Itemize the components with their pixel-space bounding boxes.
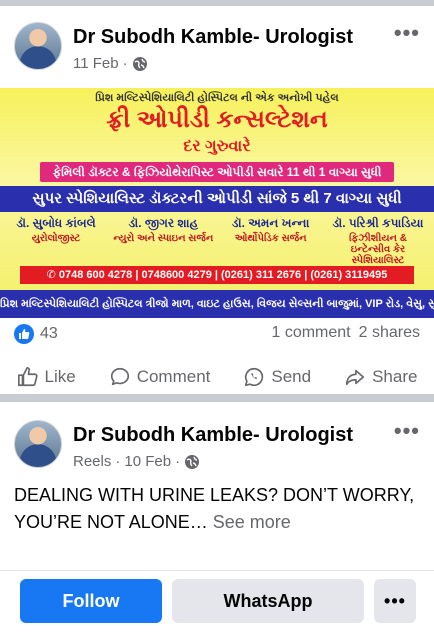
see-more-link[interactable]: See more (213, 512, 291, 532)
banner-headline: ફ્રી ઓપીડી કન્સલ્ટેશન (106, 106, 328, 133)
post-author[interactable]: Dr Subodh Kamble- Urologist (73, 424, 353, 447)
send-label: Send (271, 367, 312, 386)
like-reaction-icon (14, 324, 34, 344)
comment-count[interactable]: 1 comment (271, 324, 350, 341)
avatar[interactable] (14, 420, 62, 468)
doctor-entry: ડૉ. જીગર શાહ ન્યુરો અને સ્પાઇન સર્જન (113, 216, 213, 256)
doctor-name: ડૉ. અમન ખન્ના (231, 216, 310, 230)
post-meta: Reels · 10 Feb · (73, 453, 200, 470)
like-label: Like (44, 367, 76, 386)
banner-address: પ્રિશ મલ્ટિસ્પેશિયાલિટી હોસ્પિટલ ત્રીજો … (0, 290, 434, 318)
post-author[interactable]: Dr Subodh Kamble- Urologist (73, 26, 353, 49)
avatar[interactable] (14, 22, 62, 70)
share-arrow-icon (346, 369, 365, 386)
doctor-entry: ડૉ. સુબોધ કાંબલે યુરોલોજીસ્ટ (6, 216, 106, 256)
doctor-specialty: ન્યુરો અને સ્પાઇન સર્જન (113, 233, 214, 244)
top-divider (0, 0, 434, 6)
phone-icon: ✆ (46, 269, 59, 281)
post-meta: 11 Feb · (73, 55, 148, 72)
whatsapp-icon (245, 367, 264, 387)
banner-intro: પ્રિશ મલ્ટિસ્પેશિયાલિટી હોસ્પિટલ ની એક અ… (95, 92, 339, 104)
banner-phone-numbers: 0748 600 4278 | 0748600 4279 | (0261) 31… (58, 269, 388, 281)
like-button[interactable]: Like (17, 366, 76, 388)
doctor-name: ડૉ. સુબોધ કાંબલે (16, 216, 96, 230)
more-options-button[interactable]: ••• (374, 579, 416, 623)
doctor-name: ડૉ. જીગર શાહ (128, 216, 199, 230)
dot-separator: · (122, 55, 128, 72)
like-count: 43 (40, 325, 58, 342)
reactions-summary[interactable]: 43 (14, 324, 58, 344)
comment-icon (110, 367, 129, 386)
globe-icon (185, 454, 200, 469)
banner-family-line: ફેમિલી ડૉક્ટર & ફિઝિયોથેરાપિસ્ટ ઓપીડી સવ… (40, 162, 394, 182)
doctor-specialty: ઓર્થોપેડિક સર્જન (234, 233, 307, 244)
thumbs-up-icon (17, 367, 38, 387)
share-count[interactable]: 2 shares (359, 324, 420, 341)
doctor-specialty: યુરોલોજીસ્ટ (31, 233, 81, 244)
engagement-stats: 1 comment 2 shares (271, 324, 420, 342)
post-actions: Like Comment Send Share (0, 362, 434, 392)
post-options-button[interactable]: ••• (394, 418, 420, 444)
bottom-action-bar: Follow WhatsApp ••• (0, 570, 434, 640)
post-date[interactable]: 10 Feb (124, 453, 171, 470)
doctor-entry: ડૉ. પરિશ્રી કપાડિયા ફિઝીશીયન & ઇન્ટેન્સી… (328, 216, 428, 266)
send-button[interactable]: Send (243, 366, 311, 388)
post-text: DEALING WITH URINE LEAKS? DON’T WORRY, Y… (14, 482, 424, 536)
dot-separator: · (115, 453, 121, 470)
dot-separator: · (175, 453, 181, 470)
whatsapp-button[interactable]: WhatsApp (172, 579, 364, 623)
follow-button[interactable]: Follow (20, 579, 162, 623)
banner-day: દર ગુરુવારે (183, 138, 251, 155)
share-button[interactable]: Share (344, 366, 417, 388)
banner-doctors: ડૉ. સુબોધ કાંબલે યુરોલોજીસ્ટ ડૉ. જીગર શા… (6, 216, 428, 266)
post-options-button[interactable]: ••• (394, 20, 420, 46)
comment-button[interactable]: Comment (109, 366, 211, 388)
doctor-entry: ડૉ. અમન ખન્ના ઓર્થોપેડિક સર્જન (221, 216, 321, 256)
share-label: Share (372, 367, 418, 386)
post-divider (0, 394, 434, 402)
doctor-specialty: ફિઝીશીયન & ઇન્ટેન્સીવ કેર સ્પેશિયાલિસ્ટ (348, 233, 407, 266)
banner-super-line: સુપર સ્પેશિયાલિસ્ટ ડૉક્ટરની ઓપીડી સાંજે … (0, 186, 434, 212)
globe-icon (132, 56, 147, 71)
post-image[interactable]: પ્રિશ મલ્ટિસ્પેશિયાલિટી હોસ્પિટલ ની એક અ… (0, 88, 434, 318)
comment-label: Comment (136, 367, 211, 386)
doctor-name: ડૉ. પરિશ્રી કપાડિયા (332, 216, 424, 230)
reels-label[interactable]: Reels (73, 453, 111, 470)
banner-phones: ✆ 0748 600 4278 | 0748600 4279 | (0261) … (20, 266, 414, 284)
post-date[interactable]: 11 Feb (73, 55, 119, 72)
